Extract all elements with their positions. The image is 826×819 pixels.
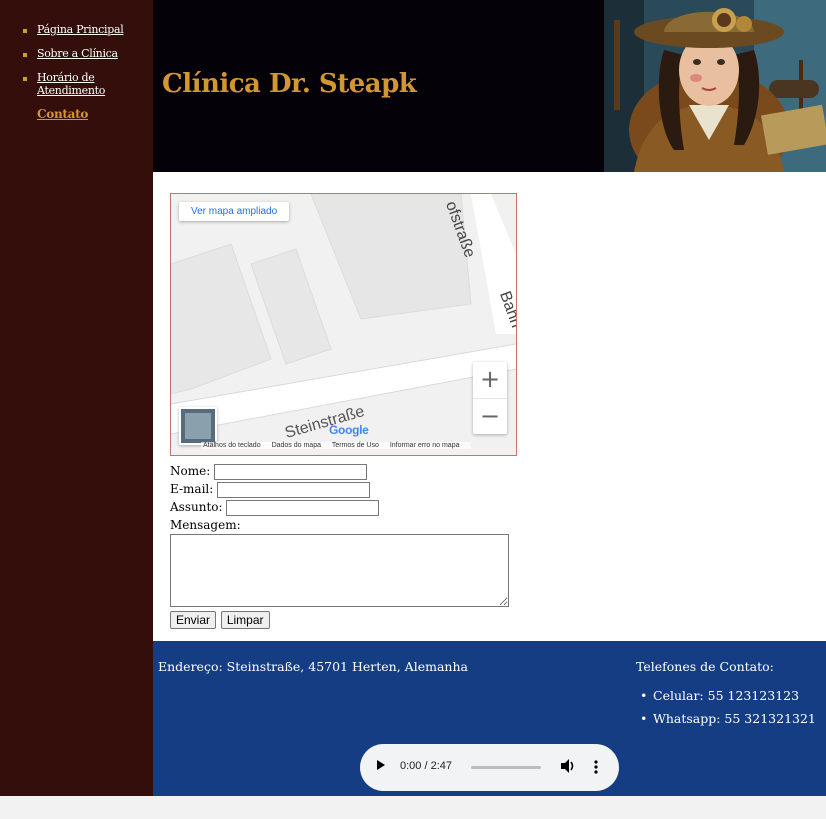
audio-progress-slider[interactable] xyxy=(471,766,541,769)
subject-label: Assunto: xyxy=(170,500,223,514)
subject-row: Assunto: xyxy=(170,498,509,516)
zoom-in-button[interactable]: + xyxy=(473,362,507,399)
email-input[interactable] xyxy=(217,481,371,498)
name-label: Nome: xyxy=(170,464,211,478)
submit-button[interactable]: Enviar xyxy=(170,611,217,629)
form-buttons: Enviar Limpar xyxy=(170,611,509,629)
nav-item-about: Sobre a Clínica xyxy=(23,47,147,60)
more-options-icon[interactable] xyxy=(594,759,598,775)
map-attribution: Atalhos do teclado Dados do mapa Termos … xyxy=(201,442,471,449)
steampunk-portrait-image xyxy=(604,0,826,172)
email-label: E-mail: xyxy=(170,482,214,496)
phone-item-mobile: Celular: 55 123123123 xyxy=(640,688,816,703)
volume-icon[interactable] xyxy=(560,758,576,774)
nav-item-home: Página Principal xyxy=(23,23,147,36)
nav-link-home[interactable]: Página Principal xyxy=(37,23,124,36)
nav-link-about[interactable]: Sobre a Clínica xyxy=(37,47,118,60)
main-content: Ver mapa ampliado ofstraße Bahn Steinstr… xyxy=(153,172,826,641)
portrait-illustration xyxy=(604,0,826,172)
contact-form: Nome: E-mail: Assunto: Mensagem: Enviar … xyxy=(170,462,509,629)
email-row: E-mail: xyxy=(170,480,509,498)
nav-menu: Página Principal Sobre a Clínica Horário… xyxy=(23,23,147,132)
nav-item-contact: Contato xyxy=(37,108,147,121)
audio-time: 0:00 / 2:47 xyxy=(400,760,452,772)
play-icon[interactable] xyxy=(377,760,385,770)
map-zoom-control: + − xyxy=(473,362,507,434)
map-data-link[interactable]: Dados do mapa xyxy=(272,442,321,449)
site-title: Clínica Dr. Steapk xyxy=(162,69,417,99)
phones-title: Telefones de Contato: xyxy=(636,659,774,674)
phones-list: Celular: 55 123123123 Whatsapp: 55 32132… xyxy=(640,688,816,734)
sidebar: Página Principal Sobre a Clínica Horário… xyxy=(0,0,153,796)
bullet-icon xyxy=(23,77,27,81)
bullet-icon xyxy=(23,53,27,57)
footer: Endereço: Steinstraße, 45701 Herten, Ale… xyxy=(153,641,826,796)
message-label: Mensagem: xyxy=(170,518,241,532)
satellite-thumbnail-icon xyxy=(185,413,211,439)
message-textarea[interactable] xyxy=(170,534,509,607)
nav-link-contact[interactable]: Contato xyxy=(37,107,88,121)
bullet-icon xyxy=(23,29,27,33)
nav-link-hours[interactable]: Horário de Atendimento xyxy=(37,71,105,97)
report-map-error-link[interactable]: Informar erro no mapa xyxy=(390,442,460,449)
zoom-out-button[interactable]: − xyxy=(473,399,507,435)
page: Página Principal Sobre a Clínica Horário… xyxy=(0,0,826,796)
google-logo: Google xyxy=(329,423,369,437)
name-row: Nome: xyxy=(170,462,509,480)
reset-button[interactable]: Limpar xyxy=(220,611,270,629)
embedded-map[interactable]: Ver mapa ampliado ofstraße Bahn Steinstr… xyxy=(170,193,517,456)
nav-item-hours: Horário de Atendimento xyxy=(23,71,147,97)
subject-input[interactable] xyxy=(226,499,380,516)
name-input[interactable] xyxy=(214,463,368,480)
terms-of-use-link[interactable]: Termos de Uso xyxy=(332,442,379,449)
view-larger-map-link[interactable]: Ver mapa ampliado xyxy=(179,202,290,221)
keyboard-shortcuts-link[interactable]: Atalhos do teclado xyxy=(203,442,261,449)
satellite-toggle-button[interactable] xyxy=(179,407,217,445)
phone-item-whatsapp: Whatsapp: 55 321321321 xyxy=(640,711,816,726)
audio-player: 0:00 / 2:47 xyxy=(360,744,619,791)
address-text: Endereço: Steinstraße, 45701 Herten, Ale… xyxy=(158,659,468,674)
header: Clínica Dr. Steapk xyxy=(153,0,826,172)
